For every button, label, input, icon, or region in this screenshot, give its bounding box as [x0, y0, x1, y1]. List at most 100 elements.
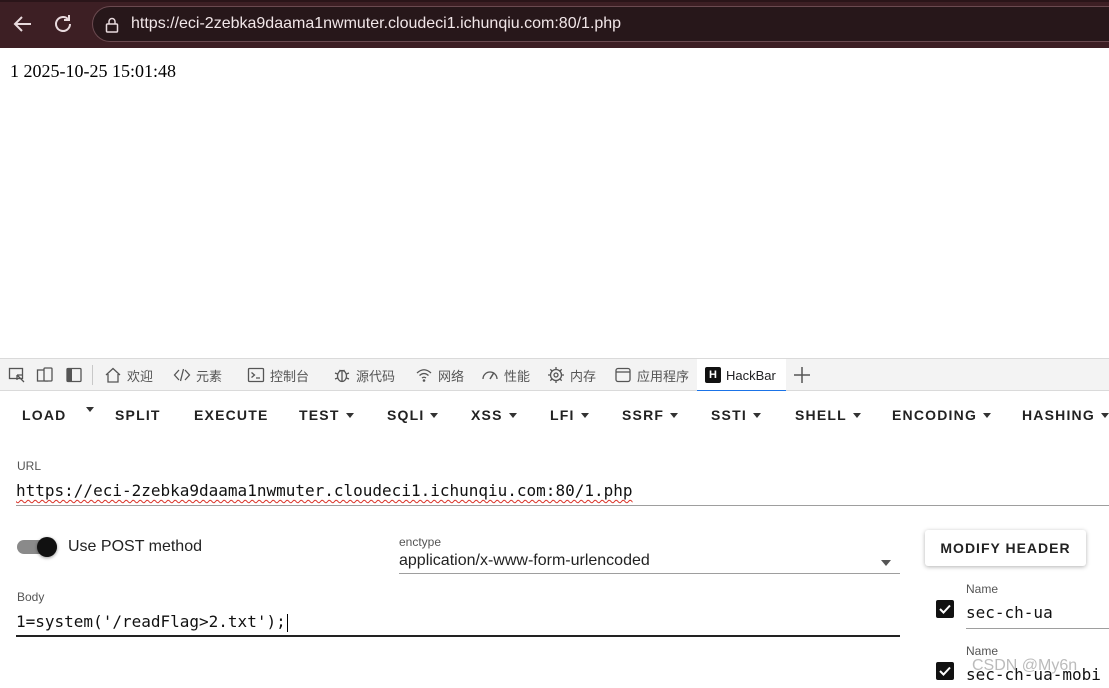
- tab-sources-label: 源代码: [356, 368, 396, 384]
- reload-button[interactable]: [48, 8, 78, 40]
- hackbar-menu: LOAD SPLIT EXECUTE TEST SQLI XSS LFI SSR…: [0, 391, 1109, 439]
- browser-toolbar: https://eci-2zebka9daama1nwmuter.cloudec…: [0, 0, 1109, 48]
- address-bar[interactable]: https://eci-2zebka9daama1nwmuter.cloudec…: [92, 6, 1109, 42]
- check-icon: [939, 666, 951, 676]
- gauge-icon: [482, 371, 498, 380]
- watermark: CSDN @My6n: [972, 657, 1078, 674]
- caret-down-icon: [670, 412, 679, 418]
- header-name-field-1[interactable]: sec-ch-ua: [966, 603, 1053, 622]
- toggle-thumb: [37, 537, 57, 557]
- post-method-toggle[interactable]: [17, 537, 61, 559]
- reload-icon: [55, 15, 71, 32]
- header-checkbox-2[interactable]: [936, 662, 954, 680]
- chevron-down-icon[interactable]: [881, 560, 891, 566]
- tab-elements[interactable]: 元素: [173, 359, 222, 391]
- encoding-menu[interactable]: ENCODING: [892, 407, 992, 423]
- enctype-underline: [399, 573, 900, 574]
- code-icon: [173, 368, 191, 382]
- back-button[interactable]: [8, 8, 38, 40]
- split-button[interactable]: SPLIT: [115, 407, 161, 423]
- toolbar-accent: [0, 0, 1109, 2]
- page-output: 1 2025-10-25 15:01:48: [10, 61, 176, 81]
- device-emulation-icon[interactable]: [36, 366, 54, 384]
- load-button[interactable]: LOAD: [22, 407, 66, 423]
- shell-label: SHELL: [795, 407, 847, 423]
- caret-down-icon: [430, 412, 439, 418]
- lfi-menu[interactable]: LFI: [550, 407, 589, 423]
- sqli-menu[interactable]: SQLI: [387, 407, 439, 423]
- address-url[interactable]: https://eci-2zebka9daama1nwmuter.cloudec…: [131, 15, 621, 33]
- encoding-label: ENCODING: [892, 407, 978, 423]
- caret-down-icon: [345, 412, 354, 418]
- shell-menu[interactable]: SHELL: [795, 407, 861, 423]
- tab-welcome[interactable]: 欢迎: [104, 359, 153, 391]
- inspect-icon[interactable]: [8, 366, 26, 384]
- execute-button[interactable]: EXECUTE: [194, 407, 269, 423]
- lfi-label: LFI: [550, 407, 575, 423]
- tab-welcome-label: 欢迎: [127, 368, 154, 384]
- caret-down-icon: [1100, 412, 1109, 418]
- ssti-label: SSTI: [711, 407, 747, 423]
- test-menu[interactable]: TEST: [299, 407, 354, 423]
- ssrf-label: SSRF: [622, 407, 665, 423]
- tab-console-label: 控制台: [270, 368, 310, 384]
- modify-header-button[interactable]: MODIFY HEADER: [925, 530, 1086, 566]
- tab-performance[interactable]: 性能: [481, 359, 530, 391]
- xss-label: XSS: [471, 407, 503, 423]
- enctype-select[interactable]: application/x-www-form-urlencoded: [399, 552, 650, 570]
- ssti-menu[interactable]: SSTI: [711, 407, 761, 423]
- chip-icon: [548, 367, 564, 383]
- console-icon: [247, 367, 265, 383]
- caret-down-icon: [752, 412, 761, 418]
- header-name-underline-1: [966, 628, 1109, 629]
- tab-hackbar-label: HackBar: [726, 367, 776, 383]
- tab-network[interactable]: 网络: [415, 359, 464, 391]
- tab-performance-label: 性能: [504, 368, 531, 384]
- hashing-label: HASHING: [1022, 407, 1095, 423]
- check-icon: [939, 604, 951, 614]
- bug-icon: [334, 369, 350, 383]
- load-dropdown-button[interactable]: [80, 407, 94, 412]
- hashing-menu[interactable]: HASHING: [1022, 407, 1109, 423]
- body-field-label: Body: [17, 590, 45, 604]
- caret-down-icon: [852, 412, 861, 418]
- url-field-underline: [16, 505, 1109, 506]
- home-icon: [105, 367, 121, 383]
- hackbar-logo-icon: H: [705, 367, 721, 383]
- load-label: LOAD: [22, 407, 67, 423]
- tab-elements-label: 元素: [196, 368, 223, 384]
- body-field-underline: [16, 635, 900, 637]
- tab-hackbar[interactable]: H HackBar: [697, 359, 786, 392]
- tab-console[interactable]: 控制台: [247, 359, 309, 391]
- sqli-label: SQLI: [387, 407, 425, 423]
- tab-application-label: 应用程序: [637, 368, 690, 384]
- tab-separator: [92, 365, 93, 385]
- header-checkbox-1[interactable]: [936, 600, 954, 618]
- tab-memory[interactable]: 内存: [547, 359, 596, 391]
- enctype-label: enctype: [399, 535, 442, 549]
- dock-panel-icon[interactable]: [65, 366, 83, 384]
- caret-down-icon: [86, 407, 94, 412]
- test-label: TEST: [299, 407, 340, 423]
- header-name-label-1: Name: [966, 582, 999, 596]
- caret-down-icon: [508, 412, 517, 418]
- lock-icon: [105, 17, 119, 33]
- post-method-label: Use POST method: [68, 538, 202, 555]
- caret-down-icon: [983, 412, 992, 418]
- app-window-icon: [615, 367, 631, 383]
- tab-sources[interactable]: 源代码: [333, 359, 395, 391]
- plus-icon[interactable]: [792, 365, 812, 385]
- split-label: SPLIT: [115, 407, 161, 423]
- body-field[interactable]: 1=system('/readFlag>2.txt');: [16, 612, 288, 632]
- devtools-tab-strip: 欢迎 元素 控制台 源代码 网络 性能 内存 应用程序 H HackBar: [0, 358, 1109, 392]
- tab-memory-label: 内存: [570, 368, 597, 384]
- body-field-value: 1=system('/readFlag>2.txt');: [16, 612, 286, 631]
- text-cursor: [286, 613, 288, 632]
- ssrf-menu[interactable]: SSRF: [622, 407, 679, 423]
- wifi-icon: [416, 369, 432, 382]
- xss-menu[interactable]: XSS: [471, 407, 517, 423]
- tab-application[interactable]: 应用程序: [614, 359, 689, 391]
- caret-down-icon: [580, 412, 589, 418]
- url-field[interactable]: https://eci-2zebka9daama1nwmuter.cloudec…: [16, 481, 633, 500]
- header-name-label-2: Name: [966, 644, 999, 658]
